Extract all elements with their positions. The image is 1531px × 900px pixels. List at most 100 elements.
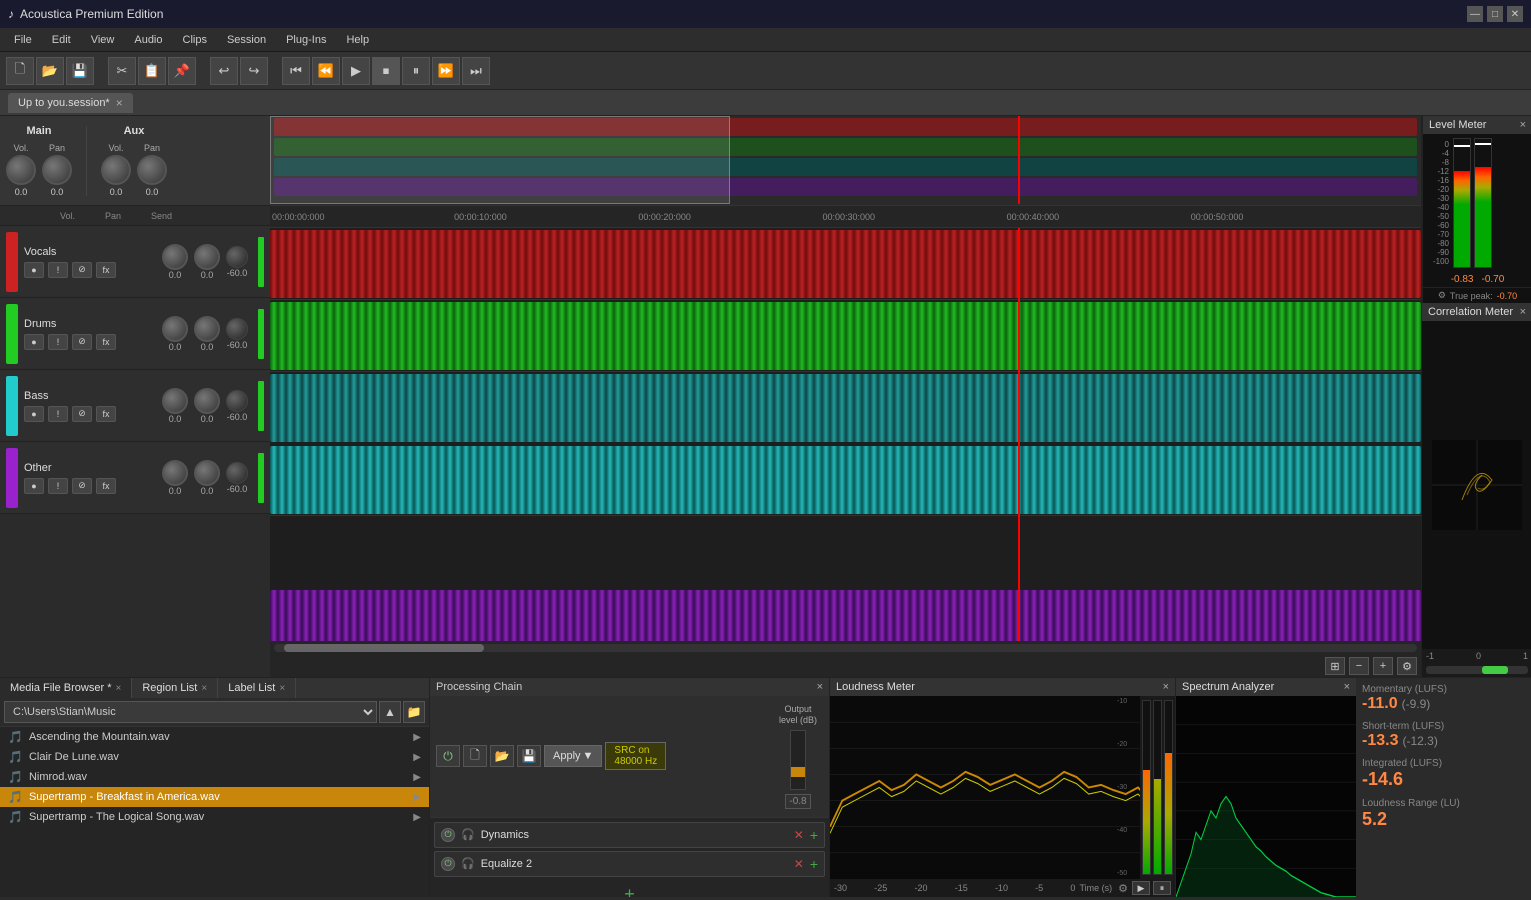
overview-viewport[interactable] (270, 116, 730, 204)
chain-close[interactable]: × (817, 681, 823, 693)
vocals-fx-btn[interactable]: fx (96, 262, 116, 278)
paste-button[interactable]: 📌 (168, 57, 196, 85)
master-pan-knob[interactable] (42, 155, 72, 185)
menu-plugins[interactable]: Plug-Ins (276, 32, 336, 48)
bass-fx-btn[interactable]: fx (96, 406, 116, 422)
zoom-out-button[interactable]: − (1349, 657, 1369, 675)
menu-session[interactable]: Session (217, 32, 276, 48)
label-list-tab-close[interactable]: × (279, 683, 285, 694)
drums-clip[interactable] (270, 302, 1421, 370)
output-fader-thumb[interactable] (791, 767, 805, 777)
other-clip[interactable] (270, 590, 1421, 641)
chain-save-btn[interactable]: 💾 (517, 745, 541, 767)
save-button[interactable]: 💾 (66, 57, 94, 85)
scroll-thumb[interactable] (284, 644, 484, 652)
vocals-record-btn[interactable]: ● (24, 262, 44, 278)
dynamics-name[interactable]: Dynamics (481, 829, 788, 841)
browser-up-btn[interactable]: ▲ (379, 701, 401, 723)
undo-button[interactable]: ↩ (210, 57, 238, 85)
other-mute-btn[interactable]: ⊘ (72, 478, 92, 494)
dynamics-headphone-icon[interactable]: 🎧 (461, 828, 475, 841)
spectrum-close[interactable]: × (1344, 681, 1350, 693)
redo-button[interactable]: ↪ (240, 57, 268, 85)
equalize-remove[interactable]: ✕ (794, 857, 804, 871)
tab-media-browser[interactable]: Media File Browser * × (0, 678, 132, 698)
region-list-tab-close[interactable]: × (201, 683, 207, 694)
play-arrow-2[interactable]: ▶ (413, 772, 421, 783)
menu-edit[interactable]: Edit (42, 32, 81, 48)
vocals-mute-btn[interactable]: ⊘ (72, 262, 92, 278)
vocals-send-knob[interactable] (226, 246, 248, 268)
vocals-vol-knob[interactable] (162, 244, 188, 270)
tab-label-list[interactable]: Label List × (218, 678, 296, 698)
fast-forward-button[interactable]: ⏩ (432, 57, 460, 85)
play-arrow-4[interactable]: ▶ (413, 812, 421, 823)
chain-power-btn[interactable]: ⏻ (436, 745, 460, 767)
corr-meter-close[interactable]: × (1520, 306, 1526, 318)
skip-end-button[interactable]: ⏭ (462, 57, 490, 85)
loudness-settings-icon[interactable]: ⚙ (1118, 882, 1128, 895)
menu-audio[interactable]: Audio (124, 32, 172, 48)
bass-clip-2[interactable] (270, 446, 1421, 514)
other-send-knob[interactable] (226, 462, 248, 484)
aux-pan-knob[interactable] (137, 155, 167, 185)
file-item-4[interactable]: 🎵 Supertramp - The Logical Song.wav ▶ (0, 807, 429, 827)
equalize-headphone-icon[interactable]: 🎧 (461, 857, 475, 870)
file-item-1[interactable]: 🎵 Clair De Lune.wav ▶ (0, 747, 429, 767)
vocals-clip[interactable] (270, 230, 1421, 298)
bass-record-btn[interactable]: ● (24, 406, 44, 422)
vocals-solo-btn[interactable]: ! (48, 262, 68, 278)
bass-vol-knob[interactable] (162, 388, 188, 414)
other-fx-btn[interactable]: fx (96, 478, 116, 494)
bass-solo-btn[interactable]: ! (48, 406, 68, 422)
menu-help[interactable]: Help (336, 32, 379, 48)
close-button[interactable]: ✕ (1507, 6, 1523, 22)
zoom-in-button[interactable]: + (1373, 657, 1393, 675)
bass-pan-knob[interactable] (194, 388, 220, 414)
loudness-play-btn[interactable]: ▶ (1132, 881, 1150, 895)
skip-start-button[interactable]: ⏮ (282, 57, 310, 85)
other-vol-knob[interactable] (162, 460, 188, 486)
other-pan-knob[interactable] (194, 460, 220, 486)
dynamics-power[interactable]: ⏻ (441, 828, 455, 842)
browser-folder-btn[interactable]: 📁 (403, 701, 425, 723)
vocals-pan-knob[interactable] (194, 244, 220, 270)
bass-mute-btn[interactable]: ⊘ (72, 406, 92, 422)
copy-button[interactable]: 📋 (138, 57, 166, 85)
other-record-btn[interactable]: ● (24, 478, 44, 494)
equalize-name[interactable]: Equalize 2 (481, 858, 788, 870)
master-vol-knob[interactable] (6, 155, 36, 185)
drums-record-btn[interactable]: ● (24, 334, 44, 350)
chain-open-btn[interactable]: 📂 (490, 745, 514, 767)
add-effect-btn[interactable]: + (434, 880, 825, 897)
cut-button[interactable]: ✂ (108, 57, 136, 85)
zoom-fit-button[interactable]: ⊞ (1325, 657, 1345, 675)
play-arrow-3[interactable]: ▶ (413, 792, 421, 803)
aux-vol-knob[interactable] (101, 155, 131, 185)
bass-clip-1[interactable] (270, 374, 1421, 442)
loudness-pause-btn[interactable]: ⏸ (1153, 881, 1171, 895)
drums-fx-btn[interactable]: fx (96, 334, 116, 350)
file-item-0[interactable]: 🎵 Ascending the Mountain.wav ▶ (0, 727, 429, 747)
tab-region-list[interactable]: Region List × (132, 678, 218, 698)
open-button[interactable]: 📂 (36, 57, 64, 85)
new-button[interactable]: 🗋 (6, 57, 34, 85)
level-meter-close[interactable]: × (1520, 119, 1526, 131)
play-arrow-0[interactable]: ▶ (413, 732, 421, 743)
menu-view[interactable]: View (81, 32, 125, 48)
session-tab-item[interactable]: Up to you.session* × (8, 93, 133, 113)
file-item-3[interactable]: 🎵 Supertramp - Breakfast in America.wav … (0, 787, 429, 807)
session-tab-close[interactable]: × (116, 96, 123, 110)
output-fader[interactable] (790, 730, 806, 790)
drums-pan-knob[interactable] (194, 316, 220, 342)
drums-vol-knob[interactable] (162, 316, 188, 342)
menu-file[interactable]: File (4, 32, 42, 48)
apply-button[interactable]: Apply ▼ (544, 745, 602, 767)
minimize-button[interactable]: — (1467, 6, 1483, 22)
media-browser-tab-close[interactable]: × (115, 683, 121, 694)
equalize-add[interactable]: + (810, 856, 818, 872)
drums-solo-btn[interactable]: ! (48, 334, 68, 350)
rewind-button[interactable]: ⏪ (312, 57, 340, 85)
drums-send-knob[interactable] (226, 318, 248, 340)
play-arrow-1[interactable]: ▶ (413, 752, 421, 763)
